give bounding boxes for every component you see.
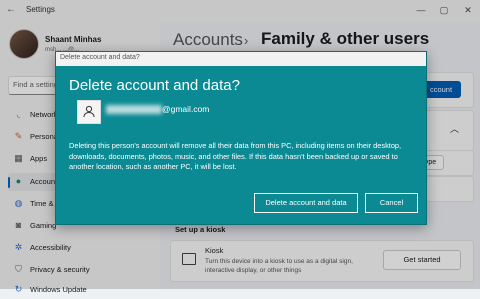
dialog-email: @gmail.com [162, 104, 210, 114]
delete-account-dialog: Delete account and data? Delete account … [55, 51, 427, 225]
dialog-titlebar: Delete account and data? [56, 52, 426, 66]
dialog-body-text: Deleting this person's account will remo… [69, 141, 402, 171]
dialog-titlebar-text: Delete account and data? [60, 54, 140, 61]
dialog-heading: Delete account and data? [69, 77, 240, 94]
user-avatar-icon [77, 100, 101, 124]
delete-account-and-data-button[interactable]: Delete account and data [254, 193, 358, 213]
cancel-button[interactable]: Cancel [365, 193, 418, 213]
redacted-email [106, 105, 162, 114]
